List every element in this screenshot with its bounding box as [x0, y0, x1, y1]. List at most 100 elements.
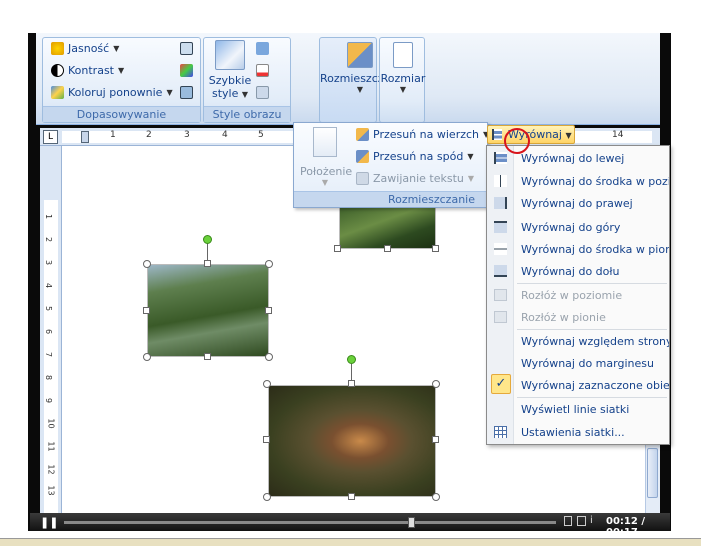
vruler-number: 1 [44, 213, 54, 220]
rotation-handle[interactable] [203, 235, 212, 244]
compress-icon[interactable] [180, 42, 193, 55]
bring-forward-icon [356, 128, 369, 141]
resize-handle[interactable] [432, 436, 439, 443]
resize-handle[interactable] [204, 260, 211, 267]
resize-handle[interactable] [432, 380, 440, 388]
menu-item-align-to-page[interactable]: Wyrównaj względem strony [521, 335, 669, 348]
change-picture-icon[interactable] [180, 64, 193, 77]
menu-item-align-top[interactable]: Wyrównaj do góry [521, 221, 669, 234]
group-label: Style obrazu [204, 106, 290, 122]
rotation-handle[interactable] [347, 355, 356, 364]
reset-picture-icon[interactable] [180, 86, 193, 99]
captions-icon[interactable] [564, 516, 572, 526]
menu-item-align-to-margin[interactable]: Wyrównaj do marginesu [521, 357, 669, 370]
picture-duck[interactable] [268, 385, 436, 497]
resize-handle[interactable] [204, 353, 211, 360]
resize-handle[interactable] [432, 493, 440, 501]
menu-item-view-gridlines[interactable]: Wyświetl linie siatki [521, 403, 669, 416]
resize-handle[interactable] [348, 493, 355, 500]
size-button[interactable]: Rozmiar ▼ [380, 42, 426, 94]
dropdown-arrow-icon: ▼ [166, 88, 173, 97]
resize-handle[interactable] [143, 260, 151, 268]
menu-separator [517, 283, 667, 284]
resize-handle[interactable] [263, 493, 271, 501]
scrollbar-thumb[interactable] [647, 448, 658, 498]
dropdown-arrow-icon: ▼ [467, 152, 474, 161]
progress-knob[interactable] [408, 517, 415, 528]
resize-handle[interactable] [348, 380, 355, 387]
resize-handle[interactable] [265, 260, 273, 268]
menu-item-grid-settings[interactable]: Ustawienia siatki... [521, 426, 669, 439]
menu-item-align-left[interactable]: Wyrównaj do lewej [521, 152, 669, 165]
text-wrapping-icon [356, 172, 369, 185]
dropdown-arrow-icon: ▼ [399, 85, 407, 94]
resize-handle[interactable] [265, 353, 273, 361]
distribute-vertical-icon [494, 311, 507, 323]
recolor-icon [51, 86, 64, 99]
brightness-button[interactable]: Jasność ▼ [51, 42, 119, 55]
resize-handle[interactable] [384, 245, 391, 252]
ruler-number: 3 [184, 130, 190, 140]
menu-item-align-selected[interactable]: Wyrównaj zaznaczone obiekt [521, 379, 669, 392]
arrange-panel: Położenie ▼ Przesuń na wierzch▼ Przesuń … [293, 122, 489, 208]
position-button[interactable]: Położenie ▼ [300, 127, 352, 187]
text-wrapping-button[interactable]: Zawijanie tekstu ▼ [356, 172, 474, 185]
picture-top[interactable] [339, 205, 436, 249]
dropdown-arrow-icon: ▼ [467, 174, 475, 183]
menu-item-distribute-vertical[interactable]: Rozłóż w pionie [521, 311, 669, 324]
indent-marker-icon[interactable] [81, 131, 89, 143]
menu-item-align-center[interactable]: Wyrównaj do środka w pozio [521, 175, 669, 188]
video-player-bar: ❚❚ i 00:12 / 00:17 [30, 513, 670, 538]
recolor-button[interactable]: Koloruj ponownie ▼ [51, 86, 173, 99]
tab-selector-icon[interactable]: L [43, 130, 58, 144]
pause-icon[interactable]: ❚❚ [40, 516, 58, 529]
menu-separator [517, 329, 667, 330]
send-backward-icon [356, 150, 369, 163]
resize-handle[interactable] [263, 436, 270, 443]
menu-item-align-bottom[interactable]: Wyrównaj do dołu [521, 265, 669, 278]
resize-handle[interactable] [334, 245, 341, 252]
menu-item-align-right[interactable]: Wyrównaj do prawej [521, 197, 669, 210]
group-label: Dopasowywanie [43, 106, 200, 122]
vruler-number: 12 [46, 464, 56, 475]
resize-handle[interactable] [265, 307, 272, 314]
group-arrange: Rozmieszczanie ▼ [319, 37, 407, 123]
vruler-number: 8 [44, 374, 54, 381]
info-icon[interactable]: i [590, 515, 593, 526]
dropdown-arrow-icon: ▼ [321, 178, 329, 187]
mouse-cursor-highlight [504, 128, 530, 154]
resize-handle[interactable] [143, 307, 150, 314]
resize-handle[interactable] [432, 245, 439, 252]
menu-item-distribute-horizontal[interactable]: Rozłóż w poziomie [521, 289, 669, 302]
progress-track[interactable] [64, 521, 556, 524]
picture-effects-icon[interactable] [256, 86, 269, 99]
ruler-number: 2 [146, 130, 152, 140]
ruler-number: 4 [222, 130, 228, 140]
picture-valley[interactable] [147, 264, 269, 357]
resize-handle[interactable] [143, 353, 151, 361]
picture-shape-icon[interactable] [256, 42, 269, 55]
picture-border-icon[interactable] [256, 64, 269, 77]
ruler-number: 1 [110, 130, 116, 140]
arrange-icon [347, 42, 373, 68]
vruler-number: 3 [44, 259, 54, 266]
vruler-number: 5 [44, 305, 54, 312]
ribbon: Jasność ▼ Kontrast ▼ Koloruj ponownie ▼ Dop… [36, 33, 660, 125]
fullscreen-icon[interactable] [577, 516, 586, 526]
quick-styles-button[interactable]: Szybkie style ▼ [208, 40, 252, 100]
align-icon [492, 129, 502, 140]
quick-styles-icon [215, 40, 245, 70]
time-display: 00:12 / 00:17 [606, 516, 645, 538]
contrast-button[interactable]: Kontrast ▼ [51, 64, 124, 77]
resize-handle[interactable] [263, 380, 271, 388]
grid-settings-icon [494, 426, 507, 438]
contrast-icon [51, 64, 64, 77]
dropdown-arrow-icon: ▼ [565, 131, 572, 140]
vruler-number: 9 [44, 397, 54, 404]
menu-item-align-middle[interactable]: Wyrównaj do środka w pioni [521, 243, 669, 256]
send-backward-button[interactable]: Przesuń na spód ▼ [356, 150, 473, 163]
dropdown-arrow-icon: ▼ [118, 66, 125, 75]
bring-forward-button[interactable]: Przesuń na wierzch▼ [356, 128, 489, 141]
vruler-number: 13 [46, 485, 56, 496]
align-button[interactable]: Wyrównaj ▼ [487, 125, 575, 144]
